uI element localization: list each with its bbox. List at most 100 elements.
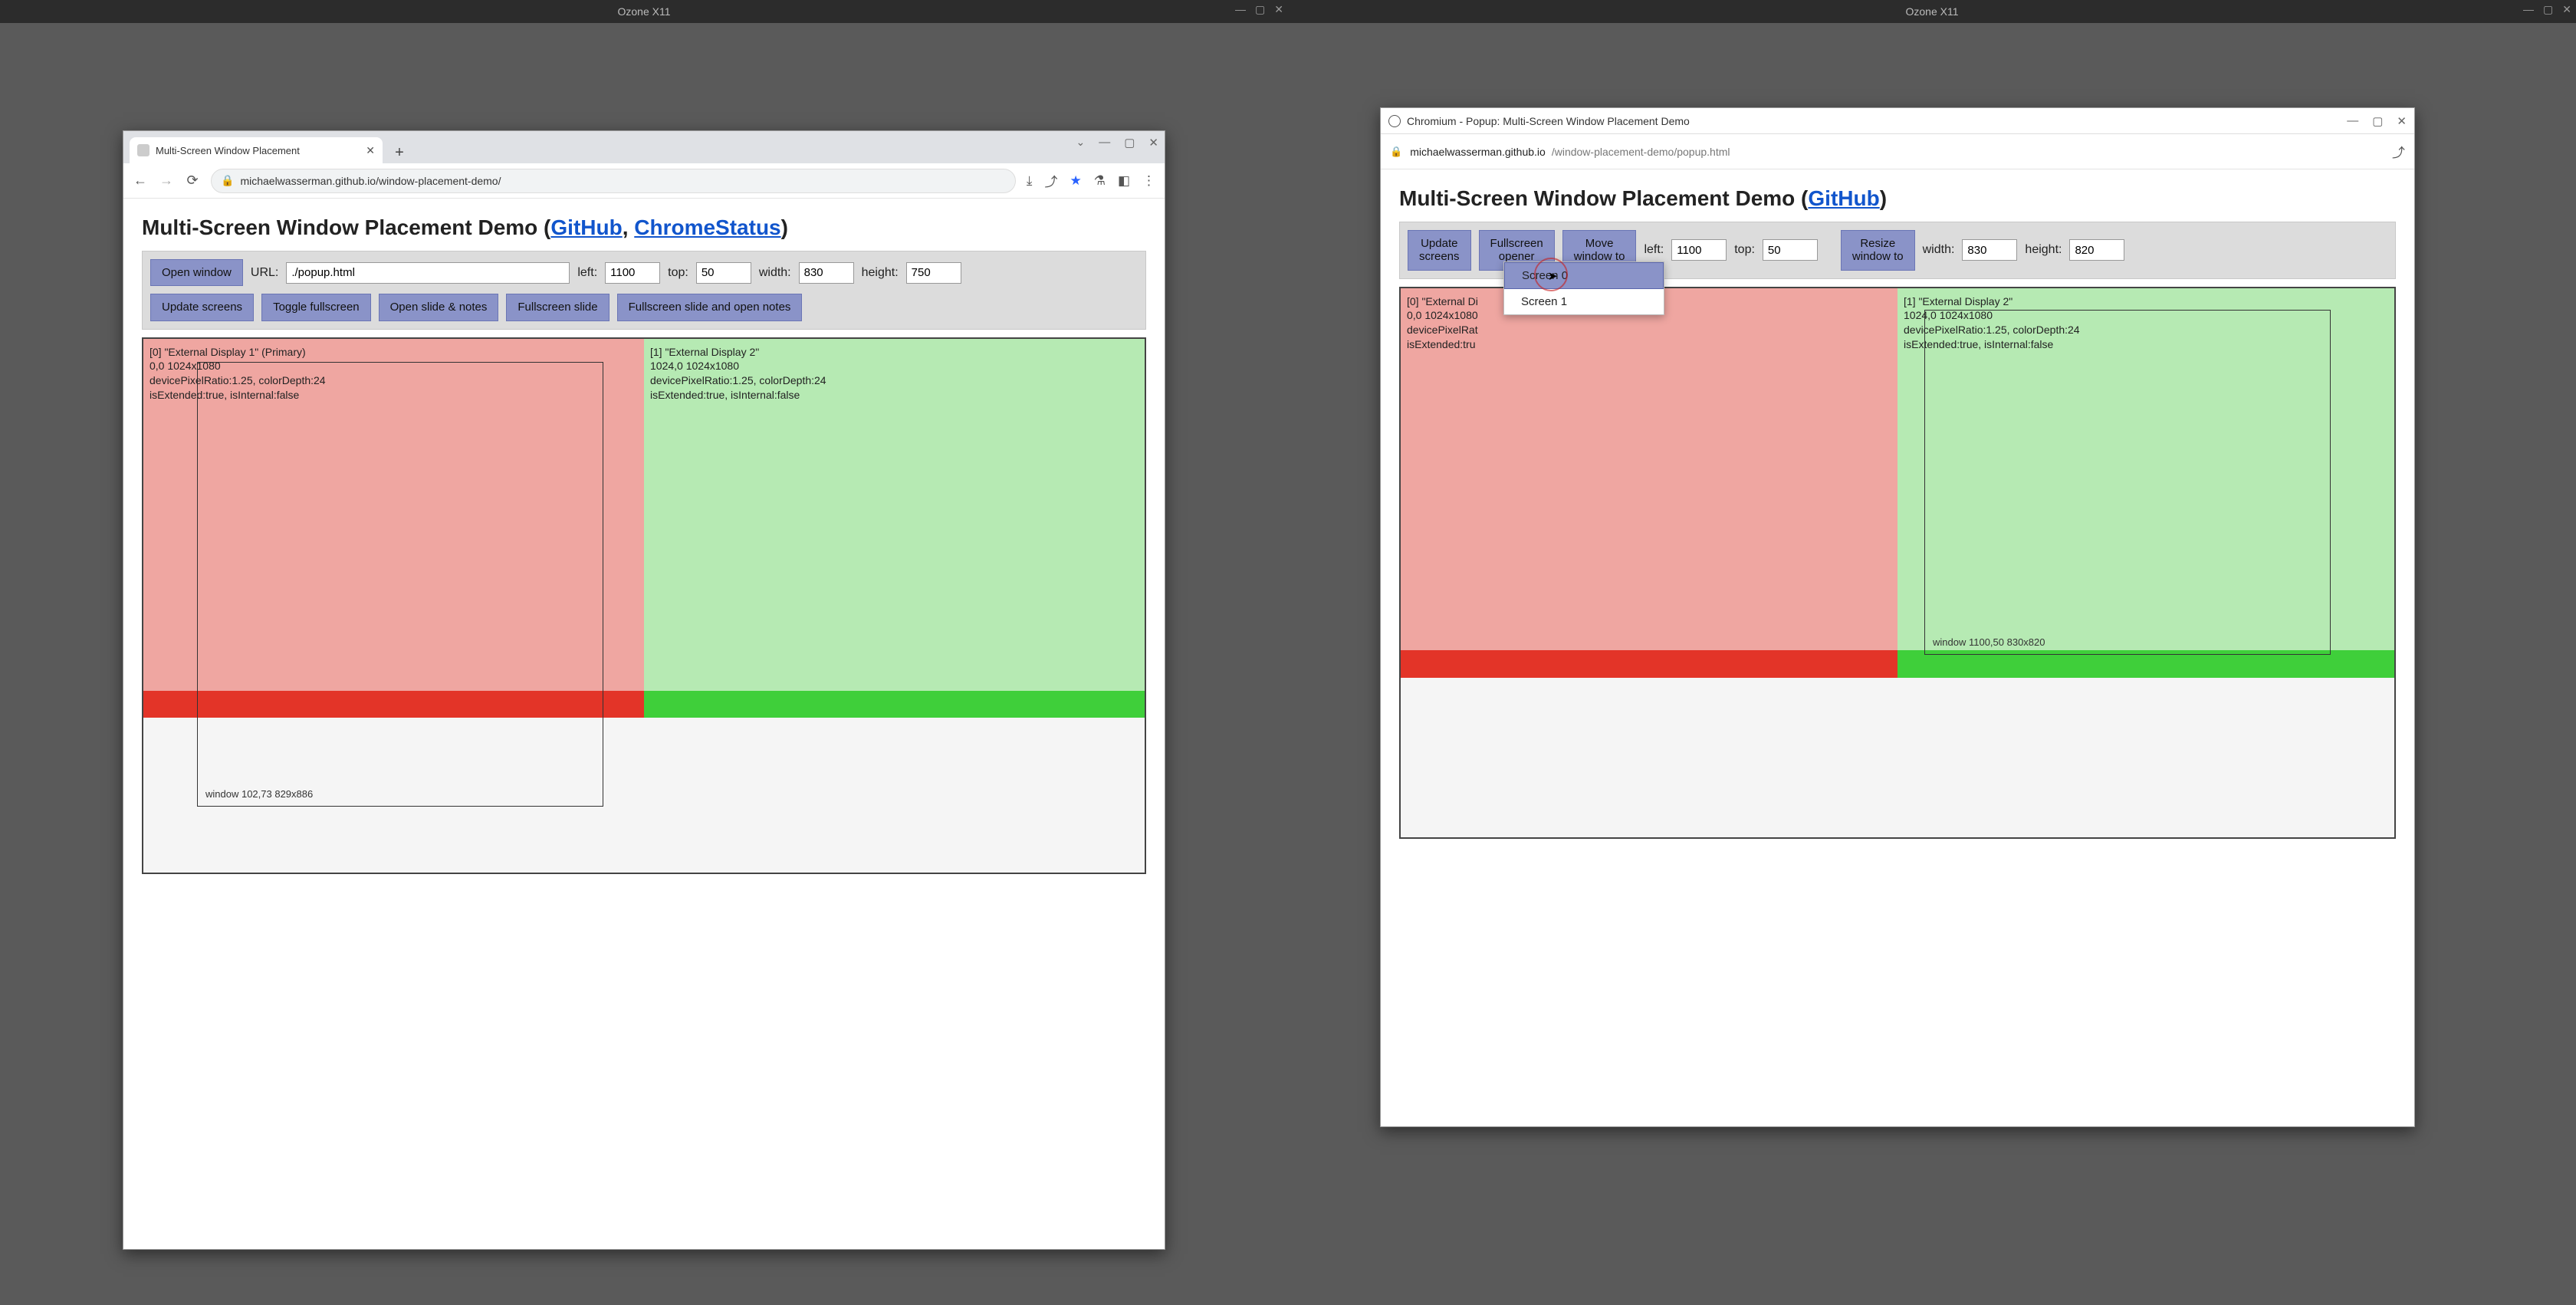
screen-1-box[interactable]: [1] "External Display 2" 1024,0 1024x108…	[644, 339, 1145, 691]
height-label: height:	[862, 266, 899, 280]
popup-titlebar: Chromium - Popup: Multi-Screen Window Pl…	[1381, 108, 2414, 134]
lock-icon: 🔒	[1390, 146, 1402, 158]
popup-url-row: 🔒 michaelwasserman.github.io/window-plac…	[1381, 134, 2414, 169]
screen-1-info2: isExtended:true, isInternal:false	[650, 388, 1138, 403]
os-title: Ozone X11	[1905, 5, 1958, 18]
width-input[interactable]	[1962, 239, 2017, 261]
window-rect: window 102,73 829x886	[197, 362, 603, 807]
os-maximize-icon[interactable]: ▢	[2543, 3, 2553, 16]
os-close-icon[interactable]: ✕	[1274, 3, 1283, 16]
screen-0-info1: devicePixelRat	[1407, 323, 1891, 337]
page-content-left: Multi-Screen Window Placement Demo (GitH…	[123, 199, 1165, 886]
nav-forward-icon[interactable]: →	[159, 173, 174, 189]
window-minimize-icon[interactable]: —	[2347, 114, 2358, 128]
os-minimize-icon[interactable]: —	[2523, 3, 2534, 16]
tab-close-icon[interactable]: ✕	[366, 144, 375, 157]
screen-1-geom: 1024,0 1024x1080	[650, 359, 1138, 373]
left-label: left:	[1644, 243, 1664, 257]
github-link[interactable]: GitHub	[550, 215, 622, 239]
screen-1-box[interactable]: [1] "External Display 2" 1024,0 1024x108…	[1898, 288, 2394, 651]
browser-window-left: Multi-Screen Window Placement ✕ + ⌄ — ▢ …	[123, 130, 1165, 1250]
url-label: URL:	[251, 266, 278, 280]
toggle-fullscreen-button[interactable]: Toggle fullscreen	[261, 294, 371, 320]
screen-1-title: [1] "External Display 2"	[650, 345, 1138, 360]
top-input[interactable]	[1763, 239, 1818, 261]
new-tab-button[interactable]: +	[389, 142, 410, 163]
window-rect: window 1100,50 830x820	[1924, 310, 2331, 655]
page-title: Multi-Screen Window Placement Demo (GitH…	[1399, 186, 2396, 211]
screen-0-box[interactable]: [0] "External Di 0,0 1024x1080 devicePix…	[1401, 288, 1898, 651]
github-link[interactable]: GitHub	[1808, 186, 1879, 210]
open-slide-notes-button[interactable]: Open slide & notes	[379, 294, 499, 320]
share-page-icon[interactable]: ⤴	[1044, 171, 1057, 190]
screen-1-info1: devicePixelRatio:1.25, colorDepth:24	[650, 373, 1138, 388]
top-label: top:	[668, 266, 688, 280]
tab-favicon-icon	[137, 144, 150, 156]
os-title: Ozone X11	[617, 5, 670, 18]
url-input[interactable]	[286, 262, 570, 284]
browser-tab[interactable]: Multi-Screen Window Placement ✕	[130, 137, 383, 163]
nav-toolbar: ← → ⟳ 🔒 michaelwasserman.github.io/windo…	[123, 163, 1165, 199]
bookmark-star-icon[interactable]: ★	[1070, 173, 1081, 189]
tab-title: Multi-Screen Window Placement	[156, 145, 300, 156]
dropdown-item-screen-0[interactable]: Screen 0	[1504, 262, 1664, 289]
control-panel: Open window URL: left: top: width: heigh…	[142, 251, 1146, 330]
screen-map: [0] "External Di 0,0 1024x1080 devicePix…	[1399, 287, 2396, 839]
update-screens-button[interactable]: Update screens	[1408, 230, 1471, 271]
page-content-right: Multi-Screen Window Placement Demo (GitH…	[1381, 169, 2414, 851]
update-screens-button[interactable]: Update screens	[150, 294, 254, 320]
window-close-icon[interactable]: ✕	[2397, 114, 2407, 128]
screen-0-info2: isExtended:tru	[1407, 337, 1891, 352]
tab-strip: Multi-Screen Window Placement ✕ + ⌄ — ▢ …	[123, 131, 1165, 163]
os-maximize-icon[interactable]: ▢	[1255, 3, 1265, 16]
window-maximize-icon[interactable]: ▢	[1124, 136, 1135, 150]
fullscreen-slide-button[interactable]: Fullscreen slide	[506, 294, 609, 320]
height-input[interactable]	[2069, 239, 2124, 261]
menu-icon[interactable]: ⋮	[1142, 173, 1155, 189]
open-window-button[interactable]: Open window	[150, 259, 243, 286]
left-label: left:	[577, 266, 597, 280]
url-bar[interactable]: 🔒 michaelwasserman.github.io/window-plac…	[211, 169, 1016, 193]
chromestatus-link[interactable]: ChromeStatus	[634, 215, 780, 239]
dropdown-item-screen-1[interactable]: Screen 1	[1504, 289, 1664, 314]
window-close-icon[interactable]: ✕	[1148, 136, 1158, 150]
popup-title-text: Chromium - Popup: Multi-Screen Window Pl…	[1407, 115, 1690, 127]
window-rect-label: window 102,73 829x886	[205, 787, 313, 801]
globe-icon	[1388, 115, 1401, 127]
top-label: top:	[1734, 243, 1755, 257]
height-input[interactable]	[906, 262, 961, 284]
screen-select-dropdown[interactable]: Screen 0 Screen 1	[1503, 261, 1664, 315]
lock-icon: 🔒	[221, 174, 234, 187]
left-input[interactable]	[605, 262, 660, 284]
window-maximize-icon[interactable]: ▢	[2372, 114, 2383, 128]
os-titlebar-left: Ozone X11 — ▢ ✕	[0, 0, 1288, 23]
url-text: michaelwasserman.github.io/window-placem…	[240, 175, 501, 187]
width-input[interactable]	[799, 262, 854, 284]
os-minimize-icon[interactable]: —	[1235, 3, 1246, 16]
window-minimize-icon[interactable]: —	[1099, 136, 1110, 150]
screen-map: [0] "External Display 1" (Primary) 0,0 1…	[142, 337, 1146, 874]
install-app-icon[interactable]: ⤓	[1027, 173, 1033, 189]
page-title: Multi-Screen Window Placement Demo (GitH…	[142, 215, 1146, 240]
screen-1-title: [1] "External Display 2"	[1904, 294, 2388, 309]
fullscreen-slide-open-notes-button[interactable]: Fullscreen slide and open notes	[617, 294, 803, 320]
resize-window-to-button[interactable]: Resize window to	[1841, 230, 1915, 271]
screen-0-title: [0] "External Display 1" (Primary)	[150, 345, 638, 360]
screen-0-box[interactable]: [0] "External Display 1" (Primary) 0,0 1…	[143, 339, 644, 691]
window-rect-label: window 1100,50 830x820	[1933, 636, 2045, 649]
width-label: width:	[1923, 243, 1955, 257]
os-titlebar-right: Ozone X11 — ▢ ✕	[1288, 0, 2576, 23]
extensions-icon[interactable]: ⚗	[1094, 173, 1106, 189]
nav-back-icon[interactable]: ←	[133, 173, 148, 189]
popup-window: Chromium - Popup: Multi-Screen Window Pl…	[1380, 107, 2415, 1127]
tabs-dropdown-icon[interactable]: ⌄	[1076, 136, 1086, 150]
share-icon[interactable]: ⤴	[2392, 142, 2405, 161]
os-close-icon[interactable]: ✕	[2562, 3, 2571, 16]
popup-url[interactable]: michaelwasserman.github.io/window-placem…	[1410, 146, 2405, 158]
height-label: height:	[2025, 243, 2062, 257]
width-label: width:	[759, 266, 791, 280]
top-input[interactable]	[696, 262, 751, 284]
left-input[interactable]	[1671, 239, 1727, 261]
nav-reload-icon[interactable]: ⟳	[185, 173, 200, 189]
side-panel-icon[interactable]: ◧	[1118, 173, 1130, 189]
